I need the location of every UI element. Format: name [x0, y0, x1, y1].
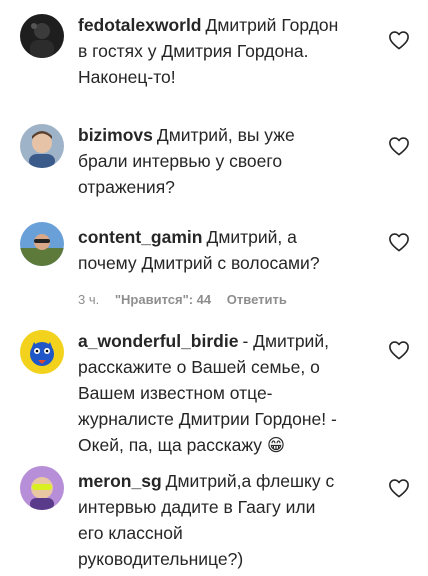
comment-text: fedotalexworld Дмитрий Гордон в гостях у …	[78, 12, 374, 90]
comment-username[interactable]: content_gamin	[78, 227, 202, 247]
comment-username[interactable]: fedotalexworld	[78, 15, 202, 35]
comment-body-line: почему Дмитрий с волосами?	[78, 253, 320, 273]
reply-button[interactable]: Ответить	[227, 292, 287, 307]
heart-outline-icon[interactable]	[388, 340, 410, 360]
heart-outline-icon[interactable]	[388, 136, 410, 156]
comment-text: a_wonderful_birdie - Дмитрий, расскажите …	[78, 328, 374, 458]
heart-outline-icon[interactable]	[388, 478, 410, 498]
avatar[interactable]	[20, 124, 64, 168]
comment-body-line: Дмитрий,а флешку с	[165, 471, 335, 491]
comment-body-line: Наконец-то!	[78, 67, 176, 87]
avatar[interactable]	[20, 14, 64, 58]
comment-body-line: журналисте Дмитрии Гордоне! -	[78, 409, 337, 429]
comment-body-line: в гостях у Дмитрия Гордона.	[78, 41, 309, 61]
comment-body-line: расскажите о Вашей семье, о	[78, 357, 320, 377]
comment-body-line: Окей, па, ща расскажу 😁	[78, 435, 286, 455]
comment-body-line: - Дмитрий,	[242, 331, 329, 351]
comment-body-line: Вашем известном отце-	[78, 383, 273, 403]
comment-body-line: Дмитрий, а	[206, 227, 297, 247]
heart-outline-icon[interactable]	[388, 30, 410, 50]
comment-body-line: интервью дадите в Гаагу или	[78, 497, 316, 517]
avatar[interactable]	[20, 466, 64, 510]
comment-body-line: Дмитрий, вы уже	[156, 125, 295, 145]
comment-body-line: его классной	[78, 523, 183, 543]
comment-text: meron_sg Дмитрий,а флешку с интервью дади…	[78, 468, 374, 572]
comment-username[interactable]: bizimovs	[78, 125, 153, 145]
comment-body-line: Дмитрий Гордон	[205, 15, 339, 35]
comment-username[interactable]: a_wonderful_birdie	[78, 331, 238, 351]
comment-username[interactable]: meron_sg	[78, 471, 162, 491]
comment-body-line: руководительнице?)	[78, 549, 244, 569]
comment-likes-count[interactable]: "Нравится": 44	[115, 292, 211, 307]
comment-meta: 3 ч. "Нравится": 44 Ответить	[78, 292, 299, 307]
heart-outline-icon[interactable]	[388, 232, 410, 252]
avatar[interactable]	[20, 222, 64, 266]
comment-text: content_gamin Дмитрий, а почему Дмитрий с…	[78, 224, 374, 276]
comment-body-line: отражения?	[78, 177, 175, 197]
comment-text: bizimovs Дмитрий, вы уже брали интервью у…	[78, 122, 374, 200]
avatar[interactable]	[20, 330, 64, 374]
comment-body-line: брали интервью у своего	[78, 151, 283, 171]
comment-timestamp: 3 ч.	[78, 292, 100, 307]
